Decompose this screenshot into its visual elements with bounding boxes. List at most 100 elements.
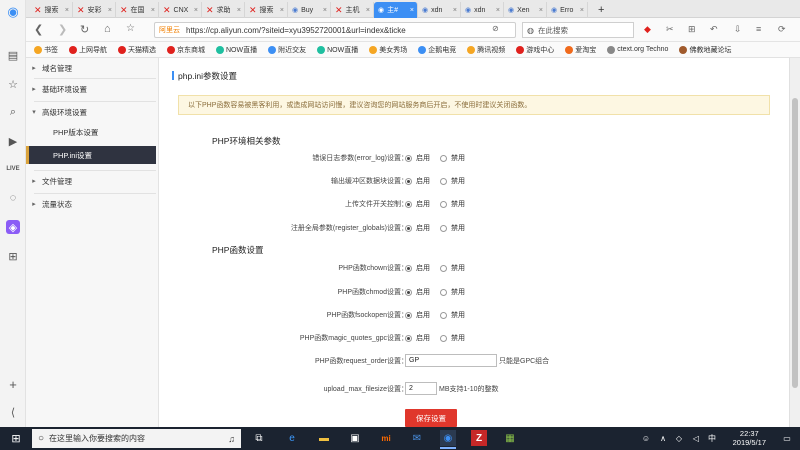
- sidebar-item-domain[interactable]: ▸ 域名管理: [26, 58, 159, 78]
- bookmarks-panel-icon[interactable]: ▤: [6, 48, 20, 62]
- forward-icon[interactable]: ❯: [58, 23, 67, 36]
- new-tab-button[interactable]: +: [594, 2, 608, 18]
- tab-close-icon[interactable]: ×: [151, 7, 155, 14]
- bookmark-item[interactable]: 京东商城: [167, 45, 205, 55]
- refresh-icon[interactable]: ⟳: [778, 24, 786, 35]
- tab-0[interactable]: ✕ 搜索 ×: [30, 2, 73, 18]
- request-order-input[interactable]: GP: [405, 354, 497, 367]
- store-icon[interactable]: ▣: [347, 430, 363, 446]
- tab-close-icon[interactable]: ×: [237, 7, 241, 14]
- vertical-scrollbar[interactable]: [789, 58, 800, 427]
- bookmark-item[interactable]: NOW直播: [216, 45, 257, 55]
- tab-close-icon[interactable]: ×: [580, 7, 584, 14]
- tab-9[interactable]: ◉ xdn ×: [418, 2, 461, 18]
- sidebar-item-file-manager[interactable]: ▸ 文件管理: [26, 171, 159, 191]
- browser-logo-icon[interactable]: ◉: [6, 4, 20, 19]
- reload-icon[interactable]: ↻: [80, 23, 89, 36]
- tab-close-icon[interactable]: ×: [539, 7, 543, 14]
- bookmark-item[interactable]: 游戏中心: [516, 45, 554, 55]
- tab-close-icon[interactable]: ×: [280, 7, 284, 14]
- ime-indicator[interactable]: 中: [704, 430, 720, 446]
- microphone-icon[interactable]: ♫: [228, 434, 235, 444]
- bookmark-star-icon[interactable]: ☆: [126, 23, 135, 34]
- enable-radio[interactable]: [405, 311, 412, 319]
- bookmark-item[interactable]: 天猫精选: [118, 45, 156, 55]
- disable-radio[interactable]: [440, 224, 447, 232]
- enable-radio[interactable]: [405, 224, 412, 232]
- tab-6[interactable]: ◉ Buy ×: [288, 2, 331, 18]
- disable-radio[interactable]: [440, 154, 447, 162]
- menu-icon[interactable]: ≡: [756, 24, 761, 34]
- search-input[interactable]: ◍ 在此搜索: [522, 22, 634, 38]
- save-button[interactable]: 保存设置: [405, 409, 457, 427]
- address-bar[interactable]: 阿里云 https://cp.aliyun.com/?siteid=xyu395…: [154, 22, 516, 38]
- tab-1[interactable]: ✕ 安彩 ×: [73, 2, 116, 18]
- tab-close-icon[interactable]: ×: [108, 7, 112, 14]
- notepad-icon[interactable]: ▦: [502, 430, 518, 446]
- bookmark-item[interactable]: 爱淘宝: [565, 45, 596, 55]
- filezilla-icon[interactable]: Z: [471, 430, 487, 446]
- sidebar-item-basic-env[interactable]: ▸ 基础环境设置: [26, 79, 159, 99]
- collapse-sidebar-icon[interactable]: ⟨: [6, 405, 20, 419]
- cart-icon[interactable]: ⊞: [6, 249, 20, 263]
- disable-radio[interactable]: [440, 311, 447, 319]
- tray-expand-icon[interactable]: ∧: [655, 430, 671, 446]
- disable-radio[interactable]: [440, 264, 447, 272]
- bookmark-item[interactable]: NOW直播: [317, 45, 358, 55]
- game-icon[interactable]: ◆: [644, 24, 651, 35]
- tab-7[interactable]: ✕ 主机 ×: [331, 2, 374, 18]
- app-icon[interactable]: ◈: [6, 220, 20, 234]
- tab-close-icon[interactable]: ×: [65, 7, 69, 14]
- bookmark-item[interactable]: 附近交友: [268, 45, 306, 55]
- cut-icon[interactable]: ✂: [666, 24, 674, 35]
- upload-max-input[interactable]: 2: [405, 382, 437, 395]
- people-icon[interactable]: ☺: [638, 430, 654, 446]
- network-icon[interactable]: ◇: [671, 430, 687, 446]
- tab-close-icon[interactable]: ×: [366, 7, 370, 14]
- tab-8[interactable]: ◉ 主# ×: [374, 2, 418, 18]
- enable-radio[interactable]: [405, 154, 412, 162]
- tab-3[interactable]: ✕ CNX ×: [159, 2, 202, 18]
- tab-2[interactable]: ✕ 在国 ×: [116, 2, 159, 18]
- favorites-star-icon[interactable]: ☆: [6, 77, 20, 91]
- bookmark-item[interactable]: 佛教地藏论坛: [679, 45, 731, 55]
- bookmark-item[interactable]: 美女秀场: [369, 45, 407, 55]
- bookmark-item[interactable]: 腾讯视频: [467, 45, 505, 55]
- home-icon[interactable]: ⌂: [104, 23, 111, 35]
- mi-icon[interactable]: mi: [378, 430, 394, 446]
- tab-10[interactable]: ◉ xdn ×: [461, 2, 504, 18]
- bookmarks-folder[interactable]: 书签: [34, 45, 58, 55]
- tab-close-icon[interactable]: ×: [194, 7, 198, 14]
- tab-4[interactable]: ✕ 求助 ×: [202, 2, 245, 18]
- file-explorer-icon[interactable]: ▬: [316, 430, 332, 446]
- disable-radio[interactable]: [440, 177, 447, 185]
- enable-radio[interactable]: [405, 264, 412, 272]
- page-tools-icon[interactable]: ⊘: [492, 24, 499, 33]
- enable-radio[interactable]: [405, 334, 412, 342]
- tab-5[interactable]: ✕ 搜索 ×: [245, 2, 288, 18]
- search-icon[interactable]: ⌕: [6, 105, 20, 119]
- enable-radio[interactable]: [405, 177, 412, 185]
- task-view-icon[interactable]: ⧉: [251, 430, 267, 446]
- sidebar-item-php-ini[interactable]: PHP.ini设置: [26, 146, 156, 164]
- back-icon[interactable]: ❮: [34, 23, 43, 36]
- tab-close-icon[interactable]: ×: [496, 7, 500, 14]
- url-text[interactable]: https://cp.aliyun.com/?siteid=xyu3952720…: [186, 26, 406, 35]
- enable-radio[interactable]: [405, 288, 412, 296]
- bookmark-item[interactable]: ctext.org Techno: [607, 45, 668, 54]
- sidebar-item-php-version[interactable]: PHP版本设置: [26, 123, 156, 141]
- bookmark-item[interactable]: 企鹅电竞: [418, 45, 456, 55]
- tab-close-icon[interactable]: ×: [453, 7, 457, 14]
- volume-icon[interactable]: ◁: [688, 430, 704, 446]
- browser-taskbar-icon[interactable]: ◉: [440, 430, 456, 449]
- taskbar-search-input[interactable]: ○ 在这里输入你要搜索的内容 ♫: [32, 429, 241, 448]
- undo-icon[interactable]: ↶: [710, 24, 718, 35]
- search-engine-icon[interactable]: ◍: [527, 26, 534, 35]
- edge-icon[interactable]: e: [284, 430, 300, 446]
- video-icon[interactable]: ▶: [6, 134, 20, 148]
- tab-12[interactable]: ◉ Erro ×: [547, 2, 588, 18]
- live-icon[interactable]: LIVE: [6, 162, 20, 176]
- tab-close-icon[interactable]: ×: [323, 7, 327, 14]
- chat-icon[interactable]: ◌: [6, 191, 20, 205]
- notification-icon[interactable]: ▭: [779, 430, 795, 446]
